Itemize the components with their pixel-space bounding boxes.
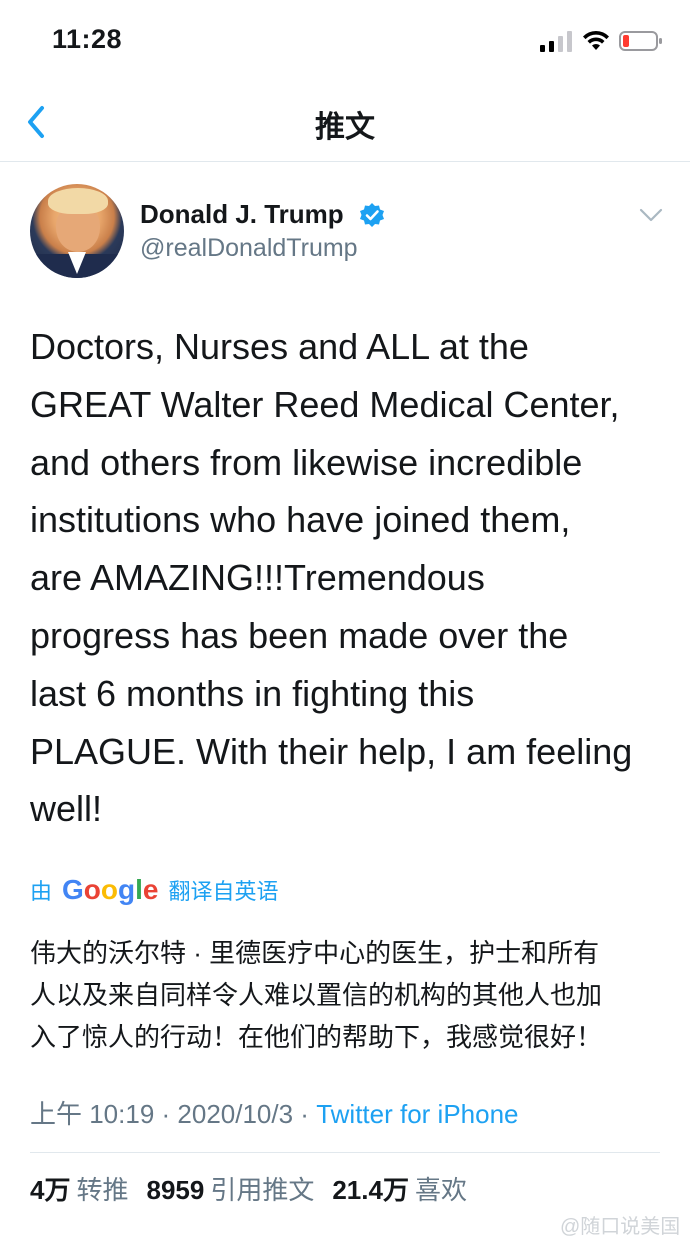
verified-badge-icon xyxy=(360,203,384,227)
translate-attribution[interactable]: 由 Google 翻译自英语 xyxy=(30,872,279,908)
like-count[interactable]: 21.4万 喜欢 xyxy=(332,1170,467,1207)
meta-separator: · xyxy=(154,1099,178,1129)
tweet-text: Doctors, Nurses and ALL at the GREAT Wal… xyxy=(30,326,633,830)
translated-text: 伟大的沃尔特 · 里德医疗中心的医生，护士和所有 人以及来自同样令人难以置信的机… xyxy=(30,938,603,1052)
tweet-date: 2020/10/3 xyxy=(177,1099,294,1129)
translate-by-label: 由 xyxy=(30,879,53,904)
translate-from-label: 翻译自英语 xyxy=(168,879,279,904)
chevron-down-icon[interactable] xyxy=(638,206,664,224)
page-title: 推文 xyxy=(315,111,375,144)
wifi-icon xyxy=(583,30,609,50)
google-logo: Google xyxy=(62,874,159,905)
tweet-stats: 4万 转推 8959 引用推文 21.4万 喜欢 xyxy=(30,1170,485,1207)
tweet-time: 上午 10:19 xyxy=(30,1099,155,1129)
avatar[interactable] xyxy=(30,184,124,278)
tweet-detail-screen: 11:28 推文 Donald J. Trump @realDonaldTrum… xyxy=(0,0,690,1238)
meta-separator: · xyxy=(293,1099,317,1129)
author-handle[interactable]: @realDonaldTrump xyxy=(140,234,358,263)
author-display-name[interactable]: Donald J. Trump xyxy=(140,199,344,230)
navigation-bar: 推文 xyxy=(0,84,690,162)
retweet-count[interactable]: 4万 转推 xyxy=(30,1170,128,1207)
status-time: 11:28 xyxy=(52,24,123,54)
tweet-source-link[interactable]: Twitter for iPhone xyxy=(316,1099,518,1129)
divider xyxy=(30,1152,660,1153)
battery-low-icon xyxy=(619,31,662,51)
cellular-signal-icon xyxy=(540,31,572,52)
status-bar: 11:28 xyxy=(0,0,690,84)
watermark: @随口说美国 xyxy=(560,1216,681,1238)
tweet-meta: 上午 10:19 · 2020/10/3 · Twitter for iPhon… xyxy=(30,1094,519,1131)
quote-count[interactable]: 8959 引用推文 xyxy=(146,1170,314,1207)
